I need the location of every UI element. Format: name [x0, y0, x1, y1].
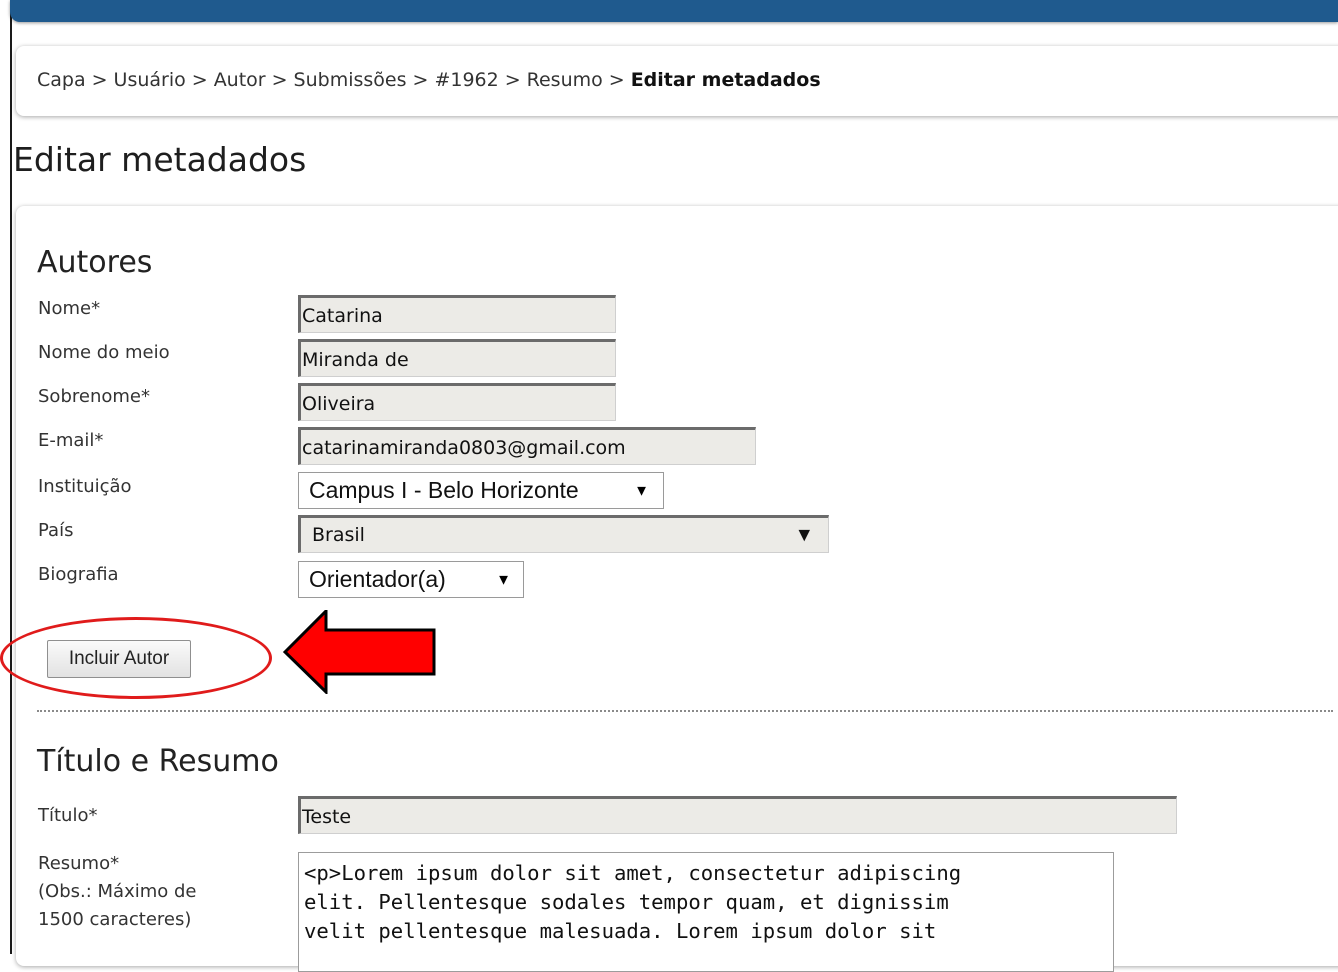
country-select[interactable]: Brasil ▼ [298, 515, 829, 553]
breadcrumb-separator: > [271, 69, 288, 91]
biography-label: Biografia [38, 564, 119, 585]
biography-select[interactable]: Orientador(a) ▼ [298, 561, 524, 598]
abstract-line: elit. Pellentesque sodales tempor quam, … [304, 890, 949, 914]
abstract-line: <p>Lorem ipsum dolor sit amet, consectet… [304, 861, 962, 885]
dropdown-arrow-icon: ▼ [496, 571, 511, 588]
breadcrumb-item-submission-id[interactable]: #1962 [434, 69, 498, 91]
title-input[interactable]: Teste [298, 796, 1177, 834]
first-name-label: Nome* [38, 298, 101, 319]
breadcrumb-current: Editar metadados [630, 69, 821, 91]
site-header-bar [10, 0, 1338, 22]
abstract-textarea[interactable]: <p>Lorem ipsum dolor sit amet, consectet… [298, 852, 1114, 972]
breadcrumb-separator: > [412, 69, 429, 91]
abstract-note-line-2: 1500 caracteres) [38, 909, 192, 930]
abstract-note-line-1: (Obs.: Máximo de [38, 881, 197, 902]
abstract-line: velit pellentesque malesuada. Lorem ipsu… [304, 919, 937, 943]
email-label: E-mail* [38, 430, 104, 451]
abstract-label: Resumo* [38, 853, 120, 874]
institution-select[interactable]: Campus I - Belo Horizonte ▼ [298, 472, 664, 509]
breadcrumb-separator: > [191, 69, 208, 91]
breadcrumb-item-submissoes[interactable]: Submissões [294, 69, 407, 91]
last-name-input[interactable]: Oliveira [298, 383, 616, 421]
middle-name-input[interactable]: Miranda de [298, 339, 616, 377]
dropdown-arrow-icon: ▼ [634, 482, 649, 499]
middle-name-label: Nome do meio [38, 342, 170, 363]
breadcrumb-item-usuario[interactable]: Usuário [114, 69, 186, 91]
title-label: Título* [38, 805, 98, 826]
breadcrumb-item-resumo[interactable]: Resumo [527, 69, 603, 91]
window-frame-left [0, 0, 12, 954]
breadcrumb-separator: > [91, 69, 108, 91]
email-input[interactable]: catarinamiranda0803@gmail.com [298, 427, 756, 465]
breadcrumb: Capa > Usuário > Autor > Submissões > #1962 > Resu… [37, 69, 821, 91]
biography-select-value: Orientador(a) [309, 566, 446, 592]
institution-select-value: Campus I - Belo Horizonte [309, 477, 579, 503]
country-label: País [38, 520, 74, 541]
breadcrumb-separator: > [504, 69, 521, 91]
country-select-value: Brasil [312, 524, 365, 546]
page-title: Editar metadados [13, 140, 307, 179]
red-arrow-icon [282, 610, 436, 694]
dropdown-arrow-icon: ▼ [798, 525, 810, 544]
authors-section-title: Autores [37, 245, 153, 280]
breadcrumb-item-autor[interactable]: Autor [214, 69, 266, 91]
add-author-button[interactable]: Incluir Autor [47, 640, 191, 678]
breadcrumb-item-capa[interactable]: Capa [37, 69, 86, 91]
breadcrumb-separator: > [608, 69, 625, 91]
section-divider [37, 710, 1333, 712]
institution-label: Instituição [38, 476, 132, 497]
title-abstract-section-title: Título e Resumo [37, 744, 279, 779]
first-name-input[interactable]: Catarina [298, 295, 616, 333]
last-name-label: Sobrenome* [38, 386, 150, 407]
